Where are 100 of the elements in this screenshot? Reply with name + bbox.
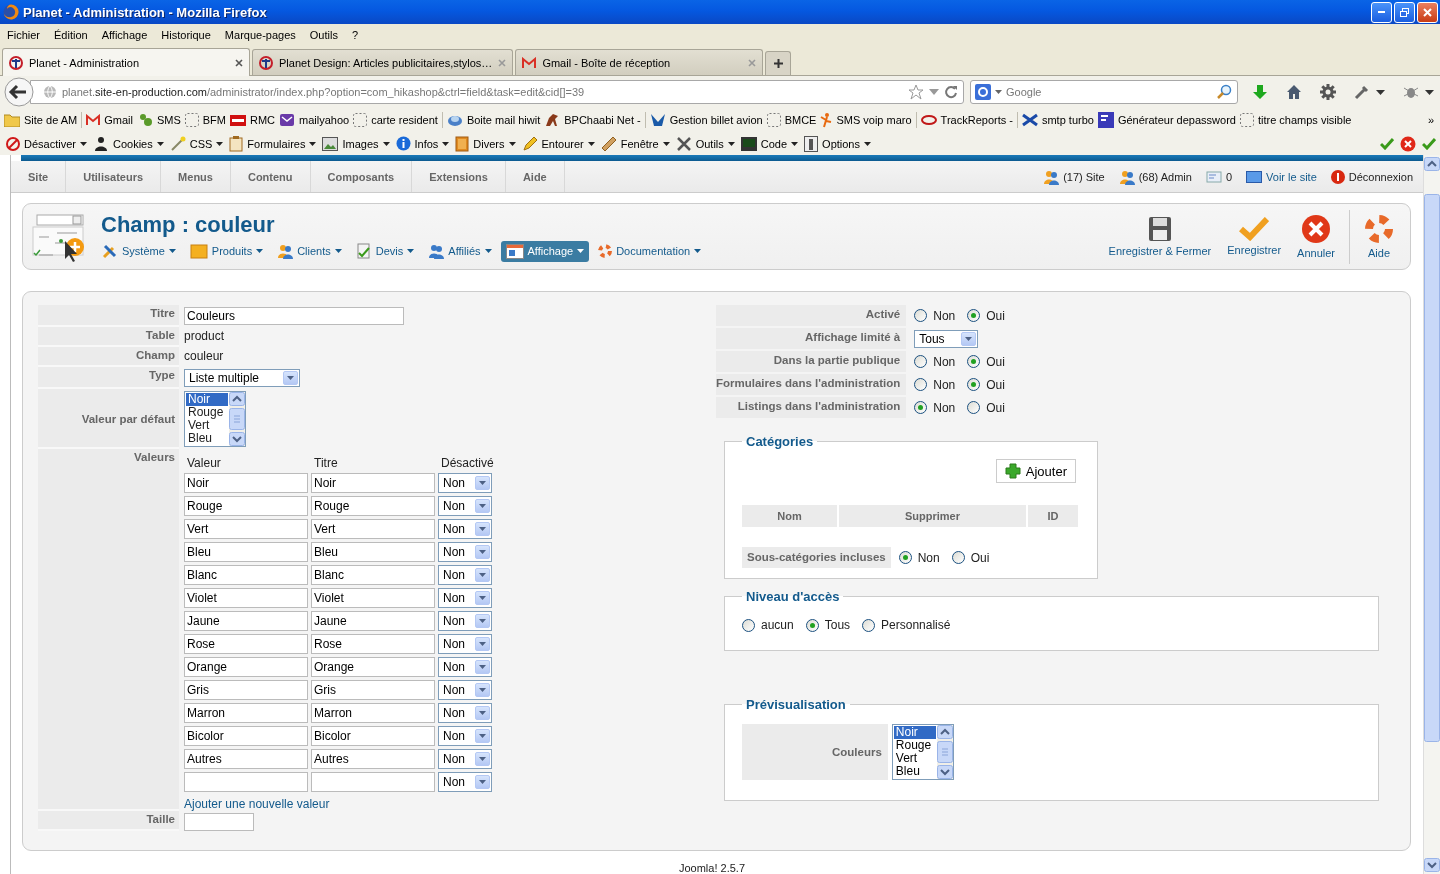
list-option[interactable]: Rouge: [186, 406, 228, 419]
bookmark[interactable]: BPChaabi Net -: [542, 112, 643, 128]
text-field[interactable]: Rose: [311, 634, 435, 654]
bookmark[interactable]: Boite mail hiwit: [444, 112, 543, 128]
download-icon[interactable]: [1252, 84, 1268, 100]
bookmark[interactable]: RMC: [228, 114, 278, 126]
dropdown[interactable]: Non: [438, 772, 492, 792]
dropdown[interactable]: Non: [438, 565, 492, 585]
scrollbar[interactable]: [1424, 155, 1440, 874]
text-field[interactable]: [184, 813, 254, 831]
eyedropper-icon[interactable]: [1354, 84, 1370, 100]
submenu-item[interactable]: Système: [97, 240, 181, 262]
star-icon[interactable]: [908, 84, 924, 100]
dropdown[interactable]: Non: [438, 611, 492, 631]
toolbar-menu[interactable]: Formulaires: [227, 135, 321, 152]
toolbar-menu[interactable]: Infos: [393, 136, 454, 151]
text-field[interactable]: [184, 772, 308, 792]
dropdown[interactable]: Non: [438, 588, 492, 608]
settings-icon[interactable]: [1320, 84, 1336, 100]
minimize-button[interactable]: [1371, 1, 1392, 23]
home-icon[interactable]: [1286, 84, 1302, 100]
close-button[interactable]: [1417, 1, 1438, 23]
list-option[interactable]: Noir: [186, 393, 228, 406]
cancel-icon[interactable]: [1400, 135, 1416, 152]
text-field[interactable]: Jaune: [184, 611, 308, 631]
radio-button[interactable]: [862, 618, 876, 632]
list-box[interactable]: Noir Rouge Vert Bleu: [891, 724, 954, 780]
logout-link[interactable]: Déconnexion: [1330, 169, 1413, 184]
radio-button[interactable]: [914, 309, 928, 322]
list-option[interactable]: Vert: [893, 752, 936, 765]
bookmark[interactable]: Gmail: [84, 114, 135, 126]
toolbar-button[interactable]: Enregistrer: [1219, 217, 1290, 256]
admin-menu-item[interactable]: Extensions: [412, 161, 506, 192]
text-field[interactable]: Rose: [184, 634, 308, 654]
add-button[interactable]: Ajouter: [995, 459, 1076, 483]
text-field[interactable]: Vert: [311, 519, 435, 539]
text-field[interactable]: Orange: [311, 657, 435, 677]
dropdown[interactable]: Non: [438, 542, 492, 562]
submenu-item[interactable]: Produits: [184, 240, 269, 262]
check-icon[interactable]: [1380, 137, 1394, 150]
add-value-link[interactable]: Ajouter une nouvelle valeur: [184, 797, 330, 811]
submenu-item[interactable]: Clients: [272, 240, 347, 262]
radio-button[interactable]: [805, 618, 819, 632]
bookmark[interactable]: Générateur depassword: [1095, 112, 1238, 128]
dropdown[interactable]: Non: [438, 703, 492, 723]
dropdown[interactable]: Tous: [914, 329, 979, 348]
text-field[interactable]: Blanc: [184, 565, 308, 585]
list-option[interactable]: Vert: [186, 419, 228, 432]
radio-button[interactable]: [914, 401, 928, 414]
dropmarker-icon[interactable]: [1376, 89, 1385, 95]
text-field[interactable]: Vert: [184, 519, 308, 539]
new-tab-button[interactable]: [765, 51, 792, 75]
text-field[interactable]: Orange: [184, 657, 308, 677]
submenu-item[interactable]: Affiliés: [423, 240, 497, 262]
text-field[interactable]: Bleu: [184, 542, 308, 562]
toolbar-menu[interactable]: CSS: [167, 135, 228, 152]
admin-menu-item[interactable]: Composants: [310, 161, 413, 192]
bookmark[interactable]: BFM: [182, 113, 228, 127]
radio-button[interactable]: [742, 618, 755, 632]
admin-menu-item[interactable]: Site: [11, 161, 67, 192]
bookmark[interactable]: SMS: [134, 112, 183, 128]
reload-icon[interactable]: [944, 85, 958, 99]
radio-button[interactable]: [914, 355, 928, 368]
list-option[interactable]: Noir: [893, 726, 936, 739]
address-field[interactable]: planet.site-en-production.com/administrator/index.php?option=com_hikashop&ctrl=field&task=edit&cid[]=39: [30, 80, 964, 104]
browser-tab[interactable]: Gmail - Boîte de réception: [515, 49, 764, 75]
radio-label[interactable]: Oui: [986, 400, 1005, 415]
toolbar-menu[interactable]: Fenêtre: [598, 135, 674, 152]
text-field[interactable]: Jaune: [311, 611, 435, 631]
admin-menu-item[interactable]: Menus: [161, 161, 231, 192]
dropdown[interactable]: Non: [438, 726, 492, 746]
toolbar-menu[interactable]: Entourer: [519, 135, 599, 152]
radio-button[interactable]: [967, 401, 981, 414]
list-option[interactable]: Bleu: [893, 765, 936, 778]
radio-button[interactable]: [967, 355, 981, 368]
menu-item[interactable]: Fichier: [0, 29, 47, 41]
toolbar-menu[interactable]: Code: [738, 136, 803, 151]
radio-label[interactable]: aucun: [761, 618, 794, 632]
text-field[interactable]: Violet: [184, 588, 308, 608]
toolbar-button[interactable]: Enregistrer & Fermer: [1100, 216, 1220, 257]
bookmark[interactable]: mailyahoo: [277, 113, 352, 127]
back-button[interactable]: [4, 77, 34, 107]
bookmark[interactable]: SMS voip maro: [818, 112, 914, 128]
dropdown[interactable]: Non: [438, 473, 492, 493]
radio-label[interactable]: Non: [933, 400, 956, 415]
menu-item[interactable]: Édition: [47, 29, 95, 41]
dropdown[interactable]: Non: [438, 634, 492, 654]
radio-button[interactable]: [951, 551, 965, 564]
bookmark[interactable]: TrackReports -: [918, 114, 1015, 126]
radio-label[interactable]: Non: [917, 550, 940, 565]
toolbar-button[interactable]: Annuler: [1289, 214, 1343, 259]
text-field[interactable]: Bleu: [311, 542, 435, 562]
dropmarker-icon[interactable]: [929, 89, 939, 95]
text-field[interactable]: Autres: [311, 749, 435, 769]
radio-button[interactable]: [967, 378, 981, 391]
bookmark[interactable]: carte resident: [351, 113, 440, 127]
site-link[interactable]: Voir le site: [1246, 170, 1317, 183]
search-field[interactable]: Google: [970, 80, 1238, 104]
radio-button[interactable]: [967, 309, 981, 322]
admin-menu-item[interactable]: Utilisateurs: [66, 161, 162, 192]
